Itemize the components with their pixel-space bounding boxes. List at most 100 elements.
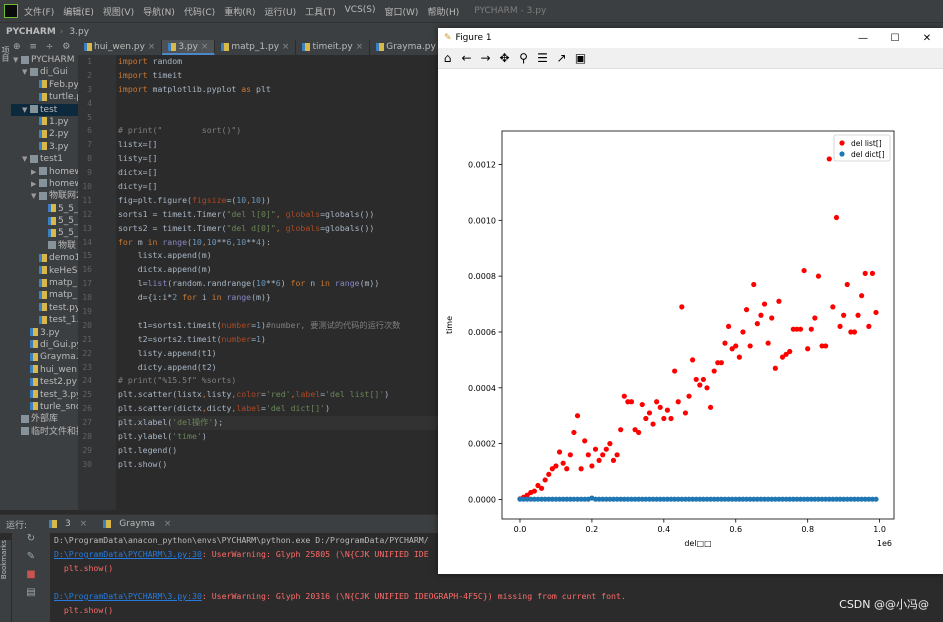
tree-item[interactable]: 物联 bbox=[11, 240, 78, 252]
code-token: =globals()) bbox=[320, 222, 375, 233]
menu-item[interactable]: 导航(N) bbox=[143, 5, 175, 18]
tree-item[interactable]: ▼ PYCHARM bbox=[11, 54, 78, 66]
editor-tab[interactable]: timeit.py × bbox=[296, 40, 371, 55]
tree-item[interactable]: test_1.p bbox=[11, 314, 78, 326]
editor-tab[interactable]: 3.py × bbox=[162, 40, 216, 55]
stop-icon[interactable]: ■ bbox=[12, 569, 50, 587]
configure-subplots-icon[interactable]: ☰ bbox=[533, 51, 552, 65]
console-link[interactable]: D:\ProgramData\PYCHARM\3.py:30 bbox=[54, 591, 202, 601]
menu-item[interactable]: 代码(C) bbox=[184, 5, 215, 18]
scatter-point bbox=[837, 323, 843, 329]
library-icon bbox=[21, 427, 29, 436]
console-text: : UserWarning: Glyph 25805 (\N{CJK UNIFI… bbox=[201, 549, 429, 559]
tree-item[interactable]: test_3.py bbox=[11, 389, 78, 401]
code-token: #number, 要测试的代码的运行次数 bbox=[265, 319, 401, 330]
tree-item[interactable]: matp_1 bbox=[11, 289, 78, 301]
menu-item[interactable]: 视图(V) bbox=[103, 5, 134, 18]
tree-item[interactable]: ▼ 物联网2 bbox=[11, 190, 78, 202]
run-tab[interactable]: 3 × bbox=[43, 519, 87, 529]
home-icon[interactable]: ⌂ bbox=[438, 51, 457, 65]
tree-item-label: di_Gui bbox=[40, 67, 68, 78]
tree-item[interactable]: 5_5_ bbox=[11, 215, 78, 227]
zoom-icon[interactable]: ⚲ bbox=[514, 51, 533, 65]
tree-item[interactable]: test.py bbox=[11, 302, 78, 314]
tree-item[interactable]: matp_1 bbox=[11, 277, 78, 289]
tree-item[interactable]: ▼ test1 bbox=[11, 153, 78, 165]
tree-item[interactable]: 1.py bbox=[11, 116, 78, 128]
tree-item[interactable]: di_Gui.py bbox=[11, 339, 78, 351]
breadcrumb-project[interactable]: PYCHARM bbox=[6, 27, 56, 37]
back-icon[interactable]: ← bbox=[457, 51, 476, 65]
bookmarks-label[interactable]: Bookmarks bbox=[0, 540, 8, 579]
tree-item[interactable]: 5_5_ bbox=[11, 203, 78, 215]
editor-tab[interactable]: matp_1.py × bbox=[215, 40, 297, 55]
menu-item[interactable]: 重构(R) bbox=[224, 5, 255, 18]
rerun-icon[interactable]: ↻ bbox=[12, 533, 50, 551]
close-tab-icon[interactable]: × bbox=[279, 42, 290, 52]
edit-axis-icon[interactable]: ↗ bbox=[552, 51, 571, 65]
tree-item[interactable]: 2.py bbox=[11, 128, 78, 140]
menu-item[interactable]: VCS(S) bbox=[345, 5, 376, 18]
console-link[interactable]: D:\ProgramData\PYCHARM\3.py:30 bbox=[54, 549, 202, 559]
code-editor[interactable]: import random import timeit import matplot… bbox=[118, 55, 448, 510]
code-line: import timeit bbox=[118, 69, 448, 83]
save-icon[interactable]: ▣ bbox=[571, 51, 590, 65]
tree-item-label: homew bbox=[49, 178, 78, 189]
code-token: m bbox=[137, 236, 148, 247]
line-number: 21 bbox=[82, 334, 92, 344]
tree-item[interactable]: Grayma.py bbox=[11, 351, 78, 363]
line-number: 17 bbox=[82, 279, 92, 289]
close-tab-icon[interactable]: × bbox=[198, 42, 209, 52]
code-token: =globals()) bbox=[320, 208, 375, 219]
tree-item[interactable]: 3.py bbox=[11, 141, 78, 153]
layout-icon[interactable]: ▤ bbox=[12, 587, 50, 605]
pan-icon[interactable]: ✥ bbox=[495, 51, 514, 65]
tree-item[interactable]: demo1 bbox=[11, 252, 78, 264]
scatter-point bbox=[725, 323, 732, 329]
close-tab-icon[interactable]: × bbox=[77, 519, 88, 529]
code-token: ): bbox=[261, 236, 271, 247]
menu-item[interactable]: 帮助(H) bbox=[427, 5, 459, 18]
tree-item[interactable]: turle_snow bbox=[11, 401, 78, 413]
close-tab-icon[interactable]: × bbox=[353, 42, 364, 52]
panel-actions-icon[interactable]: ⊕ ≡ ÷ ⚙ — bbox=[13, 42, 78, 52]
menu-item[interactable]: 工具(T) bbox=[305, 5, 336, 18]
menu-item[interactable]: 编辑(E) bbox=[63, 5, 94, 18]
scatter-point bbox=[531, 488, 537, 494]
project-tool-label[interactable]: 项目 bbox=[0, 46, 11, 62]
tree-item[interactable]: ▼ di_Gui bbox=[11, 66, 78, 78]
scatter-point bbox=[776, 298, 782, 304]
scatter-point bbox=[578, 466, 584, 472]
tree-item[interactable]: keHeSe bbox=[11, 265, 78, 277]
line-number: 23 bbox=[82, 362, 92, 372]
run-toolbar: ↻ ✎ ■ ▤ bbox=[12, 533, 50, 622]
menu-item[interactable]: 窗口(W) bbox=[385, 5, 419, 18]
run-tab[interactable]: Grayma × bbox=[97, 519, 171, 529]
minimize-button[interactable]: — bbox=[847, 33, 879, 44]
breadcrumb-file[interactable]: 3.py bbox=[69, 27, 89, 37]
tree-item[interactable]: ▶ homew bbox=[11, 178, 78, 190]
menu-item[interactable]: 文件(F) bbox=[24, 5, 54, 18]
editor-tab[interactable]: hui_wen.py × bbox=[78, 40, 163, 55]
wrench-icon[interactable]: ✎ bbox=[12, 551, 50, 569]
code-line: plt.legend() bbox=[118, 444, 448, 458]
tree-item[interactable]: Feb.py bbox=[11, 79, 78, 91]
tree-item[interactable]: ▼ test bbox=[11, 103, 78, 116]
tree-item[interactable]: test2.py bbox=[11, 376, 78, 388]
python-file-icon bbox=[84, 42, 92, 51]
close-tab-icon[interactable]: × bbox=[145, 42, 156, 52]
code-token: (m)} bbox=[251, 292, 271, 303]
tree-item[interactable]: 临时文件和控制 bbox=[11, 426, 78, 438]
tree-item[interactable]: 外部库 bbox=[11, 413, 78, 425]
menu-item[interactable]: 运行(U) bbox=[264, 5, 296, 18]
tree-item[interactable]: ▶ homew bbox=[11, 166, 78, 178]
tree-item[interactable]: 5_5_ bbox=[11, 227, 78, 239]
tree-item[interactable]: 3.py bbox=[11, 327, 78, 339]
scatter-point bbox=[610, 457, 617, 463]
maximize-button[interactable]: ☐ bbox=[879, 33, 911, 44]
close-button[interactable]: ✕ bbox=[911, 33, 943, 44]
tree-item[interactable]: hui_wen.py bbox=[11, 364, 78, 376]
close-tab-icon[interactable]: × bbox=[161, 519, 172, 529]
tree-item[interactable]: turtle.py bbox=[11, 91, 78, 103]
forward-icon[interactable]: → bbox=[476, 51, 495, 65]
